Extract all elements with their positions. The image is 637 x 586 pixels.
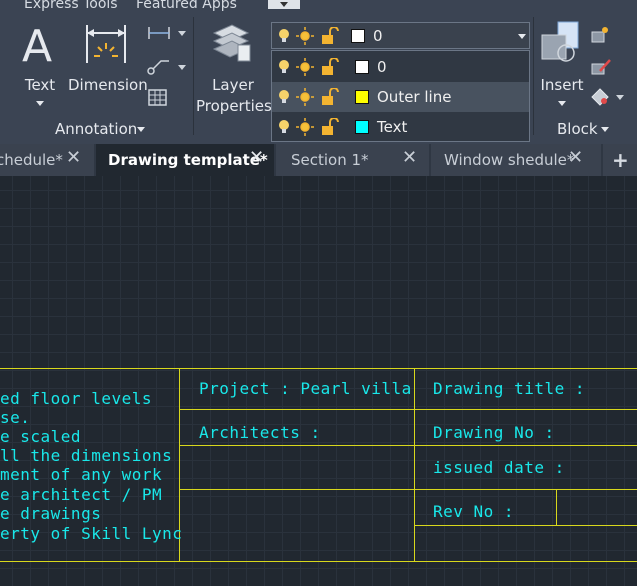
layer-properties-label-2: Properties: [196, 97, 272, 115]
tab-window-shedule[interactable]: Window shedule* ✕: [431, 144, 601, 176]
layer-state-icons: [279, 88, 339, 106]
title-block-line: [0, 368, 637, 369]
drawing-title-field: Drawing title :: [433, 379, 585, 398]
title-block-line: [414, 368, 415, 562]
plus-icon: +: [612, 148, 629, 172]
layer-item-label: Text: [377, 118, 408, 136]
layer-state-icons: [279, 27, 339, 45]
note-line: se.: [0, 408, 31, 427]
dimension-icon: [86, 25, 126, 63]
layer-item-label: 0: [377, 58, 387, 76]
tab-section-1[interactable]: Section 1* ✕: [276, 144, 429, 176]
layer-dropdown-list: 0 Outer line Text: [271, 50, 530, 142]
block-attribute-icon[interactable]: [590, 87, 626, 109]
tab-label: Section 1*: [291, 151, 369, 169]
ribbon-state-button[interactable]: [268, 0, 300, 9]
chevron-down-icon: [137, 127, 145, 132]
layer-state-icons: [279, 118, 339, 136]
block-panel-title[interactable]: Block: [557, 119, 609, 138]
layer-item-outer-line[interactable]: Outer line: [272, 82, 529, 112]
layer-item-0[interactable]: 0: [272, 52, 529, 82]
panel-divider: [533, 17, 534, 135]
chevron-down-icon[interactable]: [518, 34, 526, 39]
close-icon[interactable]: ✕: [249, 147, 264, 168]
title-block-line: [0, 561, 637, 562]
annotation-panel-title[interactable]: Annotation: [55, 119, 145, 138]
close-icon[interactable]: ✕: [66, 147, 81, 168]
architects-field: Architects :: [199, 423, 321, 442]
project-field: Project : Pearl villa: [199, 379, 412, 398]
insert-block-icon: [541, 21, 579, 62]
tab-drawing-template[interactable]: Drawing template* ✕: [96, 144, 274, 176]
title-block-line: [414, 525, 637, 526]
lightbulb-icon: [279, 29, 289, 42]
insert-button[interactable]: Insert: [538, 21, 586, 111]
ribbon-tab-strip: Express Tools Featured Apps: [0, 0, 637, 13]
sun-icon: [296, 27, 314, 45]
new-tab-button[interactable]: +: [603, 144, 637, 176]
dimension-tool-label: Dimension: [68, 76, 148, 94]
layer-properties-label-1: Layer: [212, 76, 254, 94]
create-block-icon[interactable]: [590, 25, 612, 45]
note-line: ll the dimensions: [0, 446, 173, 465]
unlock-icon: [322, 27, 339, 44]
close-icon[interactable]: ✕: [568, 147, 583, 168]
text-tool-button[interactable]: A Text: [16, 21, 66, 111]
tab-featured-apps[interactable]: Featured Apps: [136, 0, 237, 12]
text-tool-label: Text: [24, 76, 56, 94]
title-block-line: [180, 409, 637, 410]
table-icon[interactable]: [148, 89, 168, 107]
layer-color-swatch: [355, 120, 369, 134]
panel-divider: [193, 17, 194, 135]
note-line: e scaled: [0, 427, 82, 446]
current-layer-name: 0: [373, 27, 383, 45]
tab-schedule[interactable]: chedule* ✕: [0, 144, 94, 176]
chevron-down-icon: [558, 101, 566, 106]
title-block-line: [180, 445, 637, 446]
note-line: e drawings: [0, 504, 102, 523]
linear-dimension-icon[interactable]: [147, 25, 189, 41]
layer-color-swatch: [351, 29, 365, 43]
annotation-panel-label: Annotation: [55, 120, 138, 138]
tab-label: chedule*: [0, 151, 63, 169]
note-line: ment of any work: [0, 465, 163, 484]
title-block-line: [180, 489, 637, 490]
note-line: erty of Skill Lync: [0, 524, 183, 543]
layer-item-label: Outer line: [377, 88, 452, 106]
layer-color-swatch: [355, 60, 369, 74]
drawing-no-field: Drawing No :: [433, 423, 555, 442]
layer-state-icons: [279, 58, 339, 76]
close-icon[interactable]: ✕: [402, 147, 417, 168]
edit-block-icon[interactable]: [590, 57, 612, 77]
layer-dropdown[interactable]: 0: [271, 22, 530, 49]
chevron-down-icon: [36, 101, 44, 106]
layer-color-swatch: [355, 90, 369, 104]
issued-date-field: issued date :: [433, 458, 565, 477]
layer-item-text[interactable]: Text: [272, 112, 529, 142]
text-a-icon: A: [22, 21, 53, 72]
note-line: e architect / PM: [0, 485, 163, 504]
drawing-canvas[interactable]: ed floor levels se. e scaled ll the dime…: [0, 176, 637, 586]
layer-stack-icon: [212, 24, 251, 62]
leader-icon[interactable]: [147, 57, 189, 75]
tab-express-tools[interactable]: Express Tools: [24, 0, 118, 12]
rev-no-field: Rev No :: [433, 502, 515, 521]
insert-label: Insert: [540, 76, 584, 94]
layer-properties-button[interactable]: Layer Properties: [196, 21, 272, 115]
note-line: ed floor levels: [0, 389, 152, 408]
title-block-line: [556, 489, 557, 526]
chevron-down-icon: [601, 127, 609, 132]
block-panel-label: Block: [557, 120, 598, 138]
tab-label: Drawing template*: [108, 151, 268, 169]
dimension-tool-button[interactable]: Dimension: [68, 21, 148, 94]
tab-label: Window shedule*: [444, 151, 575, 169]
file-tab-bar: chedule* ✕ Drawing template* ✕ Section 1…: [0, 144, 637, 176]
